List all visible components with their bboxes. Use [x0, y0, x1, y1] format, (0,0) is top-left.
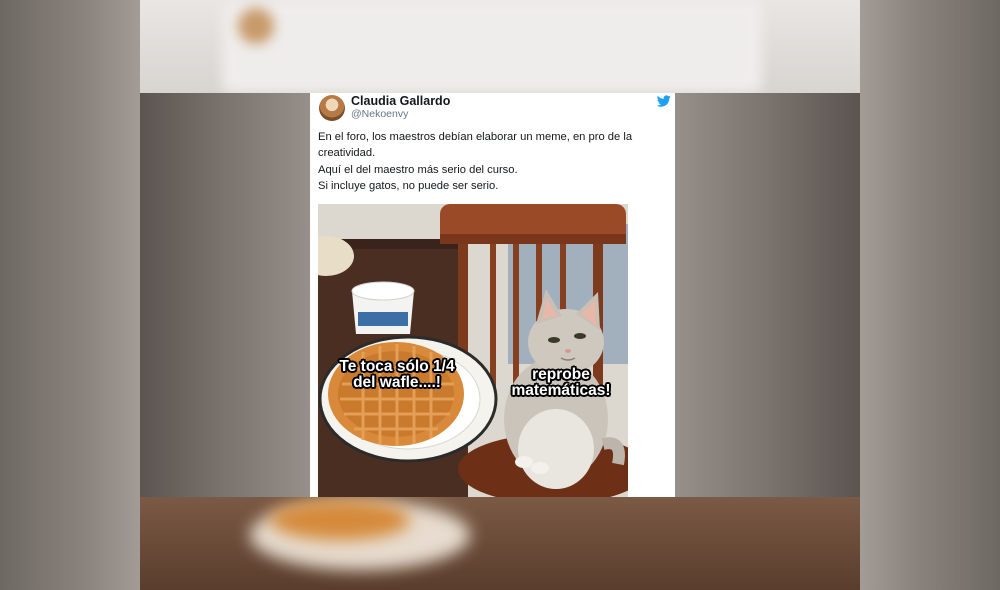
blurred-avatar: [238, 8, 274, 44]
tweet-line: Aquí el del maestro más serio del curso.: [318, 163, 518, 176]
tweet-text: En el foro, los maestros debían elaborar…: [318, 129, 668, 194]
blurred-tweet-card: [222, 0, 762, 93]
meme-caption-right: reprobe matemáticas!: [511, 366, 611, 399]
author-handle[interactable]: @Nekoenvy: [351, 108, 408, 120]
background-left: [0, 0, 140, 590]
tweet-image[interactable]: Te toca sólo 1/4 del wafle....! reprobe …: [318, 204, 628, 497]
tweet-line: Si incluye gatos, no puede ser serio.: [318, 179, 499, 192]
tweet-card[interactable]: Claudia Gallardo @Nekoenvy En el foro, l…: [310, 93, 675, 497]
tweet-line: En el foro, los maestros debían elaborar…: [318, 131, 633, 160]
meme-photo: [318, 204, 628, 497]
background-panel-right: [675, 93, 860, 497]
blurred-waffle: [270, 500, 410, 540]
background-panel-left: [140, 93, 310, 497]
avatar[interactable]: [319, 95, 345, 121]
background-bottom: [140, 497, 860, 590]
twitter-bird-icon[interactable]: [657, 94, 671, 108]
author-name[interactable]: Claudia Gallardo: [351, 94, 450, 108]
meme-caption-left: Te toca sólo 1/4 del wafle....!: [339, 358, 455, 391]
background-right: [860, 0, 1000, 590]
